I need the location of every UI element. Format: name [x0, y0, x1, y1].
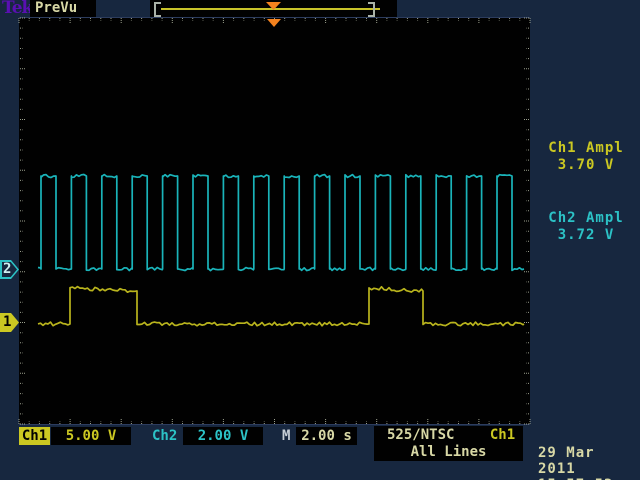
record-start-bracket — [154, 2, 161, 17]
statusbar-ch1-label: Ch1 — [19, 427, 50, 445]
record-view-bar — [150, 0, 397, 17]
statusbar-ch1-scale: 5.00 V — [51, 427, 131, 445]
video-mode: All Lines — [374, 444, 523, 460]
video-standard: 525/NTSC — [387, 427, 454, 443]
acquisition-status-box: PreVu — [30, 0, 96, 17]
measurement-ch2-value: 3.72 V — [534, 227, 638, 244]
datetime-readout: 29 Mar 2011 15:57:52 — [538, 445, 640, 480]
statusbar-ch2-scale: 2.00 V — [183, 427, 263, 445]
record-end-bracket — [368, 2, 375, 17]
measurement-ch1-amplitude: Ch1 Ampl 3.70 V — [534, 140, 638, 174]
date-readout: 29 Mar 2011 — [538, 445, 640, 477]
statusbar-ch2-label: Ch2 — [152, 427, 177, 445]
ch2-ground-marker: 2 — [0, 260, 19, 279]
oscilloscope-screen: Tek PreVu Ch1 Ampl 3.70 V Ch2 Ampl 3.72 … — [0, 0, 640, 480]
tek-logo: Tek — [2, 0, 32, 17]
acquisition-status-label: PreVu — [30, 0, 96, 17]
ch1-ground-marker: 1 — [0, 313, 19, 332]
statusbar-timebase-label: M — [282, 427, 290, 445]
ch2-ground-marker-label: 2 — [3, 261, 11, 278]
ch1-ground-marker-label: 1 — [3, 314, 11, 331]
measurement-ch1-label: Ch1 Ampl — [534, 140, 638, 157]
video-trigger-source: Ch1 — [490, 427, 515, 443]
measurement-ch2-amplitude: Ch2 Ampl 3.72 V — [534, 210, 638, 244]
measurement-ch1-value: 3.70 V — [534, 157, 638, 174]
record-length-line — [161, 8, 380, 10]
statusbar-video-trigger-box: 525/NTSC Ch1 All Lines — [374, 426, 523, 461]
statusbar-timebase-value: 2.00 s — [296, 427, 357, 445]
measurement-ch2-label: Ch2 Ampl — [534, 210, 638, 227]
graticule-display-area — [19, 17, 530, 425]
